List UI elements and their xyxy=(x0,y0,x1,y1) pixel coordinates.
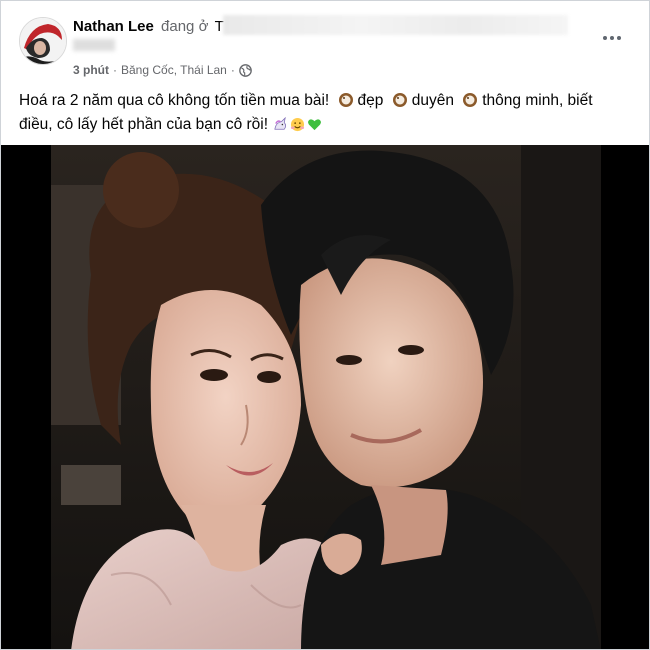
unicorn-emoji-icon xyxy=(273,116,288,131)
coconut-emoji-icon-3 xyxy=(462,92,478,108)
caption-word-dep: đẹp xyxy=(357,92,384,109)
post-time[interactable]: 3 phút xyxy=(73,63,109,77)
meta-separator-2: · xyxy=(230,63,235,77)
more-options-icon[interactable] xyxy=(597,27,627,49)
post-photo-frame[interactable] xyxy=(1,145,649,649)
caption-line-2: điều, cô lấy hết phần của bạn cô rồi! xyxy=(19,116,269,133)
post-meta: 3 phút · Băng Cốc, Thái Lan · xyxy=(73,63,252,77)
redacted-place-name-line2 xyxy=(73,39,115,51)
location-verb: đang ở xyxy=(161,18,209,35)
author-name[interactable]: Nathan Lee xyxy=(73,18,154,35)
caption-part-1: Hoá ra 2 năm qua cô không tốn tiền mua b… xyxy=(19,92,330,109)
post-location[interactable]: Băng Cốc, Thái Lan xyxy=(121,63,227,77)
globe-icon[interactable] xyxy=(239,63,252,77)
post-caption: Hoá ra 2 năm qua cô không tốn tiền mua b… xyxy=(19,89,631,137)
meta-separator: · xyxy=(113,63,117,77)
caption-word-duyen: duyên xyxy=(411,92,454,109)
post-photo[interactable] xyxy=(51,145,601,649)
redacted-place-name xyxy=(223,15,568,35)
author-line: Nathan Lee đang ở T xyxy=(73,17,224,37)
green-heart-emoji-icon xyxy=(307,116,322,131)
facebook-post: Nathan Lee đang ở T 3 phút · Băng Cốc, T… xyxy=(0,0,650,650)
author-avatar[interactable] xyxy=(19,17,67,65)
hugging-face-emoji-icon xyxy=(290,116,305,132)
coconut-emoji-icon xyxy=(338,92,354,108)
coconut-emoji-icon-2 xyxy=(392,92,408,108)
caption-word-thongminh: thông minh, biết xyxy=(482,92,593,109)
